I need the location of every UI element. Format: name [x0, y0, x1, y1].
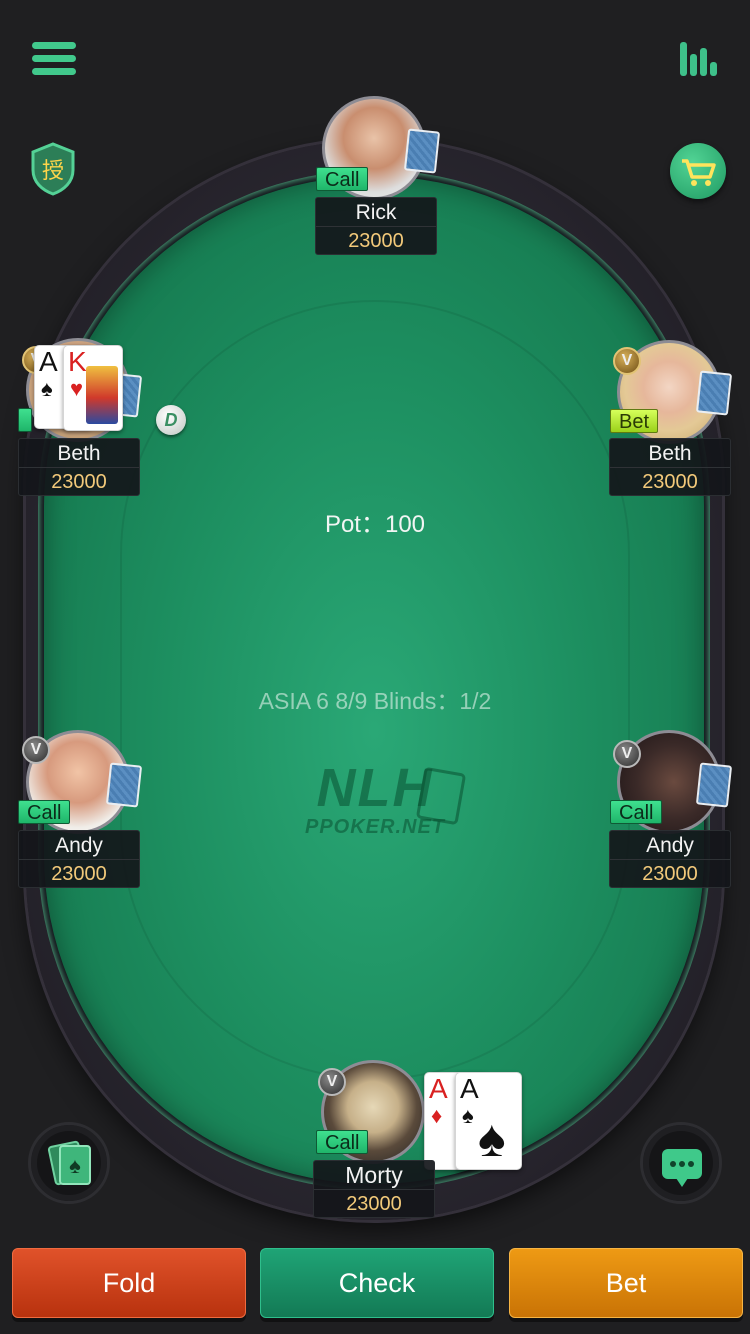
- player-name: Rick: [316, 198, 436, 227]
- card-rank: A: [39, 346, 58, 377]
- player-info: Morty 23000: [313, 1160, 435, 1218]
- card-rank: A: [429, 1073, 448, 1104]
- card-suit: ♠: [41, 376, 53, 401]
- vip-badge-icon: V: [318, 1068, 346, 1096]
- player-chips: 23000: [348, 230, 404, 252]
- action-tag: Call: [18, 800, 71, 824]
- pot-amount: Pot：100: [324, 511, 426, 538]
- vip-badge-icon: V: [22, 736, 50, 764]
- poker-table-screen: Pot：100 ASIA 6 8/9 Blinds：1/2 NLH PPOKER…: [0, 0, 750, 1334]
- dealer-button: D: [156, 405, 186, 435]
- hand-history-button[interactable]: ♠: [28, 1122, 110, 1204]
- check-button[interactable]: Check: [260, 1248, 494, 1318]
- action-tag: Call: [316, 1130, 369, 1154]
- player-name: Beth: [19, 439, 139, 468]
- card-back: [403, 128, 441, 174]
- game-info: ASIA 6 8/9 Blinds：1/2: [258, 688, 492, 714]
- card-suit: ♥: [70, 376, 84, 401]
- chat-bubble-icon: [662, 1149, 702, 1187]
- player-name: Beth: [610, 439, 730, 468]
- hole-card: A ♠ ♠: [455, 1072, 522, 1170]
- fold-button[interactable]: Fold: [12, 1248, 246, 1318]
- player-name: Andy: [610, 831, 730, 860]
- menu-icon[interactable]: [32, 42, 76, 76]
- action-tag: Call: [610, 800, 663, 824]
- cart-icon: [682, 159, 716, 186]
- player-name: Andy: [19, 831, 139, 860]
- player-info: Rick 23000: [315, 197, 437, 255]
- bet-button[interactable]: Bet: [509, 1248, 743, 1318]
- player-chips: 23000: [642, 863, 698, 885]
- action-tag: Call: [316, 167, 369, 191]
- player-name: Morty: [314, 1161, 434, 1190]
- hole-card: K ♥: [63, 345, 123, 431]
- player-chips: 23000: [51, 471, 107, 493]
- card-center-suit: ♠: [478, 1110, 506, 1168]
- spade-card-icon: ♠: [59, 1145, 91, 1185]
- card-suit: ♠: [462, 1103, 474, 1128]
- player-chips: 23000: [346, 1193, 402, 1215]
- vip-badge-icon: V: [613, 347, 641, 375]
- shop-cart-button[interactable]: [670, 143, 726, 199]
- king-face-art: [86, 366, 118, 424]
- card-back: [695, 370, 733, 416]
- authorize-badge-label: 授: [41, 159, 64, 184]
- player-chips: 23000: [51, 863, 107, 885]
- card-rank: K: [68, 346, 87, 377]
- card-back: [105, 762, 143, 808]
- action-tag: Bet: [610, 409, 659, 433]
- player-chips: 23000: [642, 471, 698, 493]
- player-info: Andy 23000: [609, 830, 731, 888]
- card-suit: ♦: [431, 1103, 443, 1128]
- card-back: [695, 762, 733, 808]
- player-info: Beth 23000: [18, 438, 140, 496]
- table-watermark: NLH PPOKER.NET: [270, 760, 480, 839]
- card-rank: A: [460, 1073, 479, 1104]
- stats-icon[interactable]: [678, 38, 718, 76]
- player-info: Beth 23000: [609, 438, 731, 496]
- watermark-card-icon: [415, 766, 467, 826]
- action-tag-hidden: [18, 408, 32, 432]
- player-info: Andy 23000: [18, 830, 140, 888]
- chat-button[interactable]: [640, 1122, 722, 1204]
- vip-badge-icon: V: [613, 740, 641, 768]
- authorize-shield-icon[interactable]: 授: [30, 142, 76, 196]
